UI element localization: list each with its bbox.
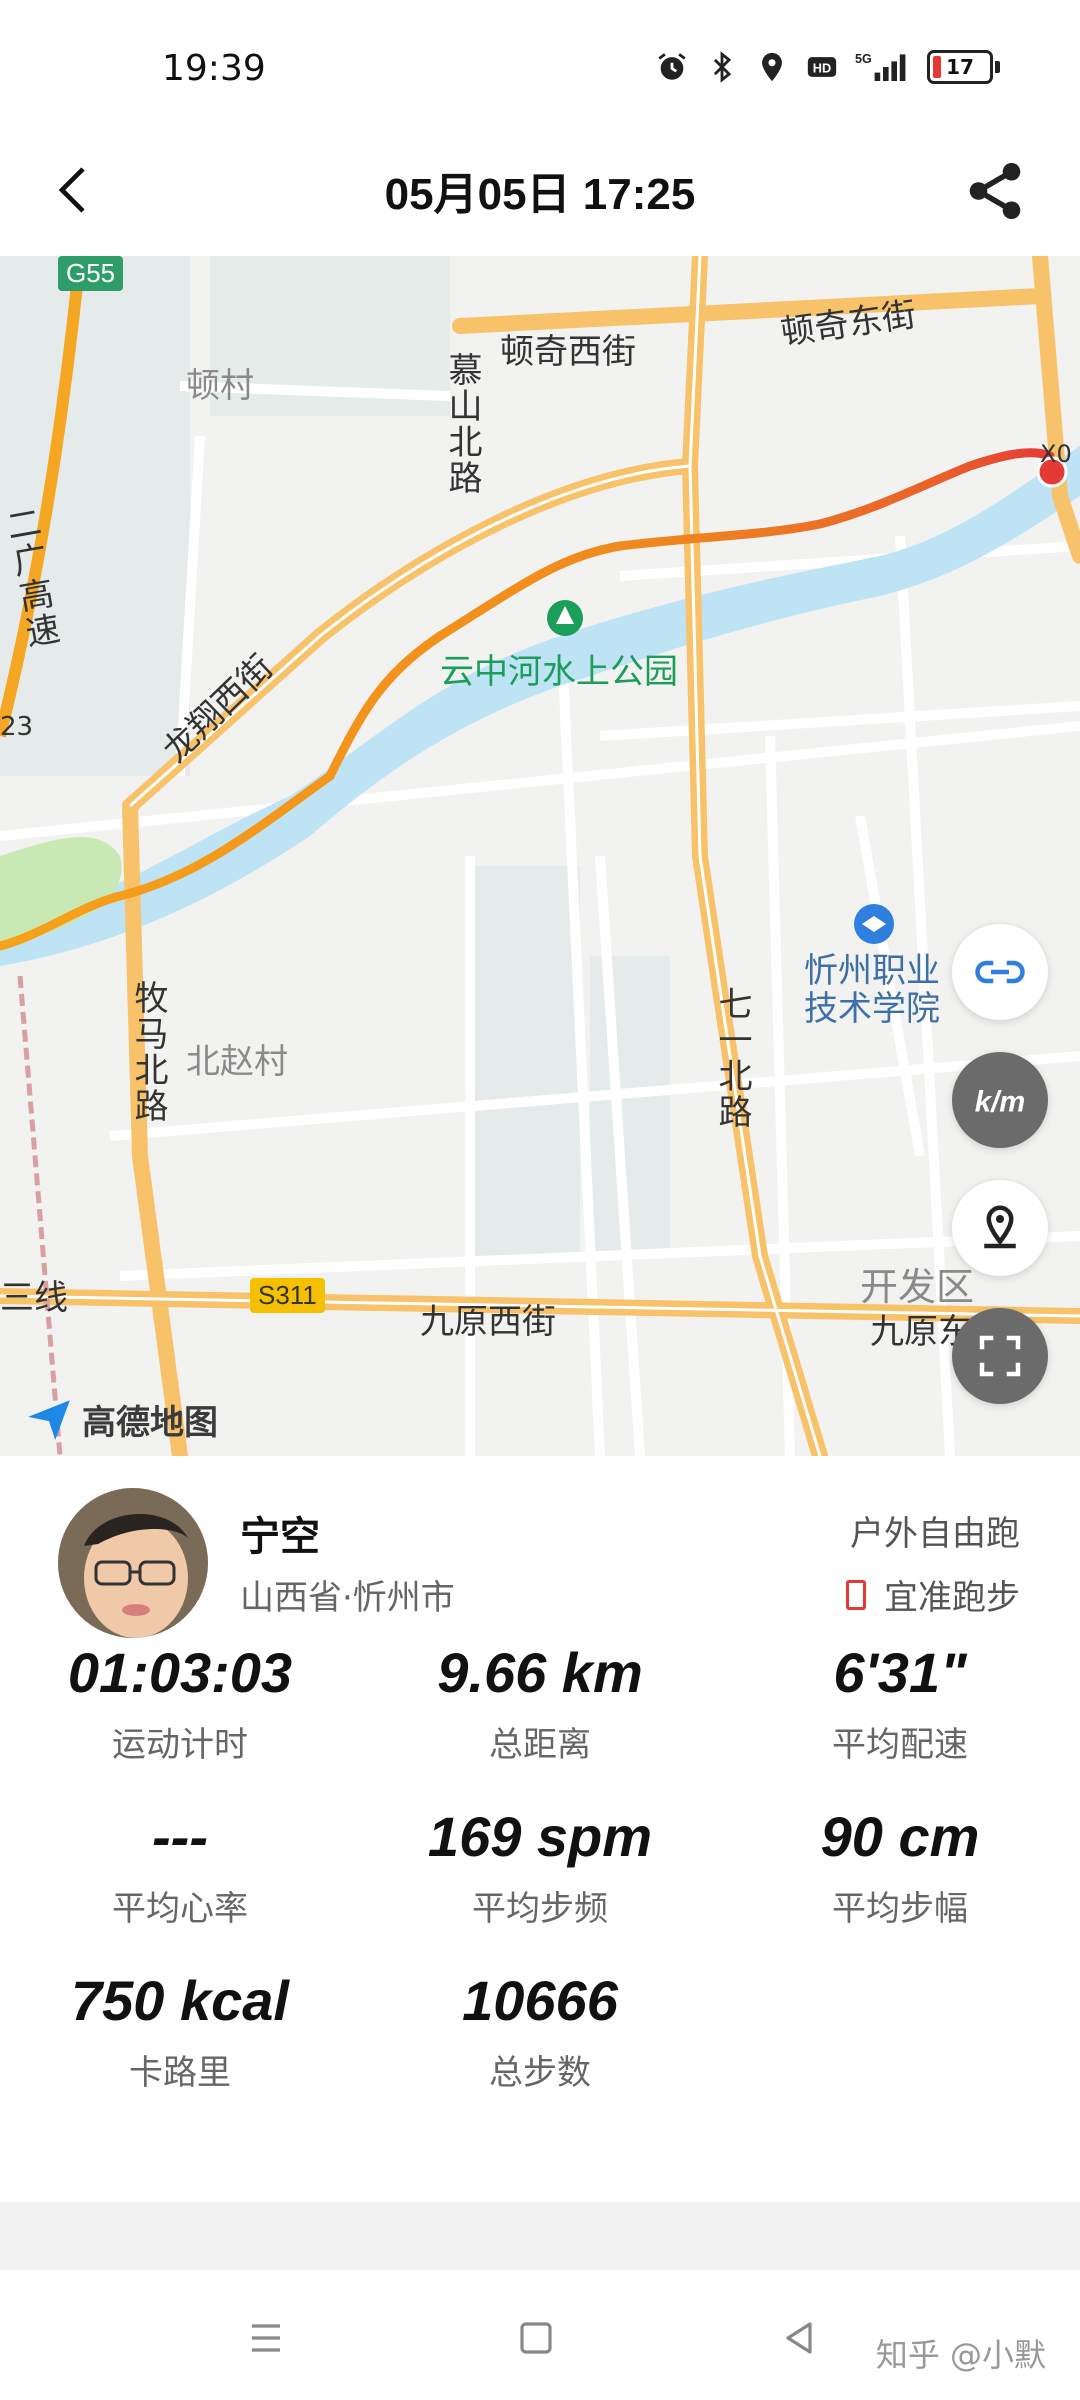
stat-heart-rate: --- 平均心率 bbox=[0, 1804, 360, 1930]
status-icons: HD 5G 17 bbox=[655, 50, 1000, 84]
share-button[interactable] bbox=[950, 146, 1040, 236]
stat-value: 9.66 km bbox=[437, 1641, 643, 1704]
stat-value: --- bbox=[152, 1805, 208, 1868]
triangle-back-icon bbox=[786, 2322, 812, 2354]
home-button[interactable] bbox=[506, 2308, 566, 2368]
expand-icon bbox=[979, 1335, 1021, 1377]
stat-value: 6'31" bbox=[833, 1641, 967, 1704]
svg-text:HD: HD bbox=[813, 61, 831, 76]
system-nav-bar: 知乎 @小默 bbox=[0, 2270, 1080, 2400]
avatar-image bbox=[58, 1488, 208, 1638]
share-icon bbox=[969, 162, 1021, 220]
map-label-muma-north: 牧马北路 bbox=[128, 980, 168, 1124]
watermark: 知乎 @小默 bbox=[875, 2336, 1046, 2374]
stat-duration: 01:03:03 运动计时 bbox=[0, 1640, 360, 1766]
map-brand: 高德地图 bbox=[24, 1394, 218, 1444]
square-home-icon bbox=[520, 2322, 552, 2354]
map-label-jiuyuan-west: 九原西街 bbox=[420, 1302, 556, 1342]
locate-button[interactable] bbox=[952, 1180, 1048, 1276]
user-name: 宁空 bbox=[240, 1514, 320, 1560]
road-badge-g55: G55 bbox=[58, 256, 124, 291]
avatar[interactable] bbox=[58, 1488, 208, 1638]
map-label-dun-village: 顿村 bbox=[186, 366, 254, 406]
signal-icon: 5G bbox=[855, 50, 911, 84]
fullscreen-button[interactable] bbox=[952, 1308, 1048, 1404]
stat-label: 运动计时 bbox=[112, 1725, 248, 1765]
location-icon bbox=[755, 50, 789, 84]
stat-stride: 90 cm 平均步幅 bbox=[720, 1804, 1080, 1930]
bluetooth-icon bbox=[705, 50, 739, 84]
stat-label: 总距离 bbox=[489, 1725, 591, 1765]
page-title: 05月05日 17:25 bbox=[384, 170, 696, 219]
map-label-xian-line: 三线 bbox=[0, 1278, 68, 1318]
map-brand-text: 高德地图 bbox=[82, 1402, 218, 1443]
profile-section: 宁空 山西省·忻州市 户外自由跑 宜准跑步 bbox=[0, 1456, 1080, 1656]
app-header: 05月05日 17:25 bbox=[0, 130, 1080, 256]
stat-steps: 10666 总步数 bbox=[360, 1968, 720, 2094]
stat-value: 750 kcal bbox=[71, 1969, 289, 2032]
stat-label: 总步数 bbox=[489, 2053, 591, 2093]
map-label-park: 云中河水上公园 bbox=[440, 652, 678, 692]
hd-icon: HD bbox=[805, 50, 839, 84]
battery-icon: 17 bbox=[927, 50, 1000, 84]
stat-label: 平均心率 bbox=[112, 1889, 248, 1929]
menu-icon bbox=[252, 2324, 280, 2352]
stat-cadence: 169 spm 平均步频 bbox=[360, 1804, 720, 1930]
stat-calories: 750 kcal 卡路里 bbox=[0, 1968, 360, 2094]
stat-value: 90 cm bbox=[820, 1805, 980, 1868]
stat-label: 卡路里 bbox=[129, 2053, 231, 2093]
stat-distance: 9.66 km 总距离 bbox=[360, 1640, 720, 1766]
map-label-beizhao-village: 北赵村 bbox=[186, 1042, 288, 1082]
status-time: 19:39 bbox=[162, 48, 266, 89]
route-map[interactable]: G55 顿奇西街 顿奇东街 顿村 慕山北路 二广高速 23 龙翔西街 云中河水上… bbox=[0, 256, 1080, 1456]
link-icon bbox=[975, 960, 1025, 984]
menu-button[interactable] bbox=[236, 2308, 296, 2368]
map-label-college: 忻州职业技术学院 bbox=[804, 951, 940, 1029]
system-back-button[interactable] bbox=[770, 2308, 830, 2368]
stat-value: 10666 bbox=[462, 1969, 618, 2032]
svg-text:k/m: k/m bbox=[975, 1086, 1025, 1118]
stat-value: 169 spm bbox=[427, 1805, 653, 1868]
map-label-x0: X0 bbox=[1040, 440, 1072, 468]
link-route-button[interactable] bbox=[952, 924, 1048, 1020]
sport-type: 户外自由跑 bbox=[850, 1514, 1020, 1554]
svg-text:5G: 5G bbox=[855, 52, 872, 66]
map-label-kaifa: 开发区 bbox=[860, 1265, 975, 1309]
map-label-road-23: 23 bbox=[0, 712, 34, 742]
road-badge-s311: S311 bbox=[250, 1278, 325, 1313]
user-location: 山西省·忻州市 bbox=[240, 1578, 455, 1618]
pace-section: 配速 bbox=[0, 2202, 1080, 2316]
map-label-mushan-north: 慕山北路 bbox=[442, 352, 482, 496]
stat-label: 平均配速 bbox=[832, 1725, 968, 1765]
battery-level: 17 bbox=[946, 55, 974, 79]
stat-label: 平均步幅 bbox=[832, 1889, 968, 1929]
amap-logo-icon bbox=[28, 1400, 70, 1440]
device-name: 宜准跑步 bbox=[884, 1578, 1020, 1618]
alarm-icon bbox=[655, 50, 689, 84]
map-label-dunqi-west: 顿奇西街 bbox=[500, 332, 636, 372]
stat-value: 01:03:03 bbox=[67, 1641, 293, 1704]
stat-pace: 6'31" 平均配速 bbox=[720, 1640, 1080, 1766]
status-bar: 19:39 HD 5G 17 bbox=[0, 0, 1080, 130]
location-pin-icon bbox=[984, 1205, 1016, 1249]
stat-label: 平均步频 bbox=[472, 1889, 608, 1929]
units-toggle-button[interactable]: k/m bbox=[952, 1052, 1048, 1148]
phone-icon bbox=[846, 1579, 866, 1610]
km-icon: k/m bbox=[975, 1086, 1025, 1118]
map-label-qiyi-north: 七一北路 bbox=[712, 986, 752, 1130]
device-source: 宜准跑步 bbox=[846, 1570, 1020, 1619]
